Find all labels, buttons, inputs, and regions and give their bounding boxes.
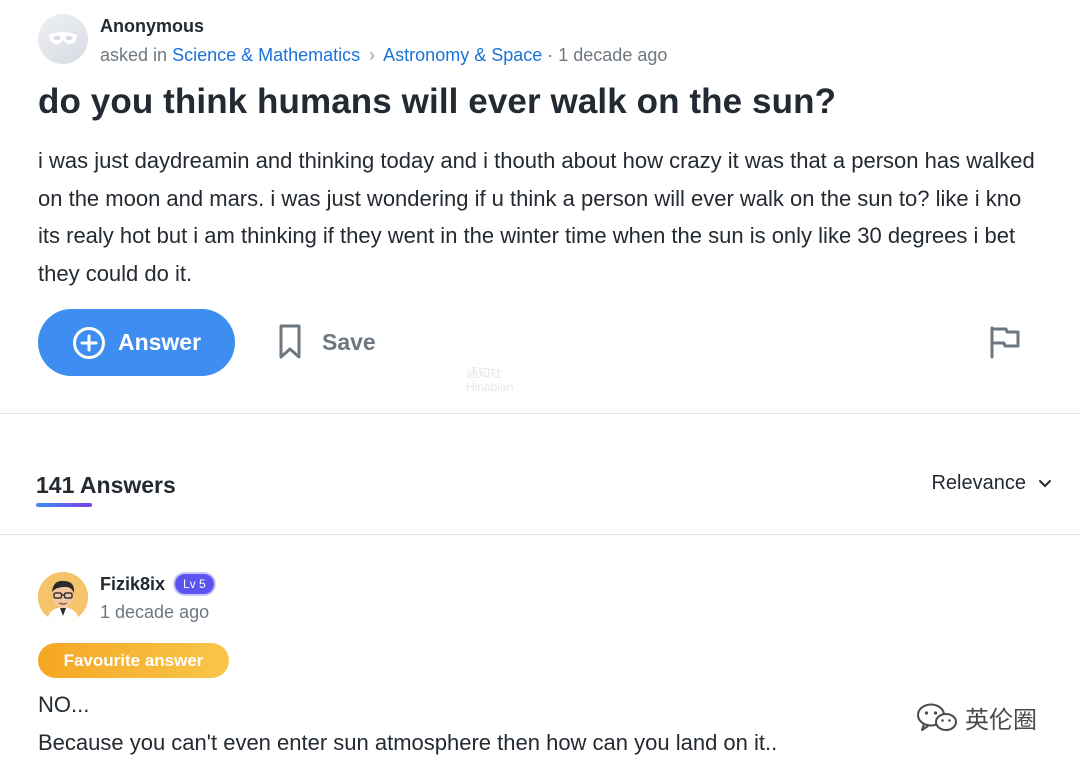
- subcategory-link[interactable]: Astronomy & Space: [383, 45, 542, 65]
- watermark-corner-text: 英伦圈: [965, 707, 1037, 734]
- answer-meta: Fizik8ix Lv 5 1 decade ago: [100, 572, 216, 623]
- watermark-center: 通知社 Hinablan: [466, 366, 513, 394]
- plus-circle-icon: [72, 326, 105, 359]
- answer-time: 1 decade ago: [100, 602, 210, 622]
- answer-author[interactable]: Fizik8ix: [100, 574, 165, 595]
- question-body: i was just daydreamin and thinking today…: [38, 148, 1035, 286]
- asked-prefix: asked in: [100, 45, 168, 65]
- question-author: Anonymous: [100, 16, 205, 36]
- watermark-center-bottom: Hinablan: [466, 380, 514, 394]
- answers-tab-underline: [36, 503, 92, 507]
- answers-count[interactable]: 141 Answers: [36, 472, 176, 499]
- avatar[interactable]: [38, 572, 88, 622]
- anonymous-mask-icon: [38, 14, 88, 64]
- question-header: Anonymous asked in Science & Mathematics…: [38, 14, 667, 66]
- chevron-down-icon: [1039, 479, 1051, 487]
- question-time: · 1 decade ago: [547, 45, 668, 65]
- question-meta: Anonymous asked in Science & Mathematics…: [100, 14, 667, 66]
- answer-button-label: Answer: [117, 329, 202, 355]
- question-asked-line: asked in Science & Mathematics › Astrono…: [100, 45, 667, 66]
- wechat-icon: [917, 703, 957, 731]
- watermark-corner: 英伦圈: [915, 700, 1037, 735]
- bookmark-icon: [279, 324, 301, 359]
- save-button[interactable]: Save: [278, 322, 376, 362]
- level-badge: Lv 5: [173, 572, 216, 596]
- chevron-right-icon: ›: [369, 45, 376, 65]
- answer-text: NO... Because you can't even enter sun a…: [38, 686, 777, 762]
- category-link[interactable]: Science & Mathematics: [172, 45, 360, 65]
- divider: [0, 534, 1080, 535]
- sort-dropdown[interactable]: Relevance: [931, 472, 1052, 495]
- answer-line-1: NO...: [38, 692, 90, 717]
- save-button-label: Save: [322, 328, 376, 355]
- flag-icon: [990, 326, 1020, 359]
- answer-header: Fizik8ix Lv 5 1 decade ago: [38, 572, 216, 623]
- answer-line-2: Because you can't even enter sun atmosph…: [38, 730, 778, 755]
- sort-label: Relevance: [931, 472, 1026, 494]
- answer-name-row: Fizik8ix Lv 5: [100, 572, 216, 596]
- divider: [0, 413, 1080, 414]
- report-flag-button[interactable]: [988, 325, 1022, 364]
- answer-button[interactable]: Answer: [38, 309, 235, 376]
- question-title: do you think humans will ever walk on th…: [38, 82, 837, 121]
- watermark-center-top: 通知社: [466, 366, 503, 380]
- favourite-answer-badge: Favourite answer: [38, 643, 229, 678]
